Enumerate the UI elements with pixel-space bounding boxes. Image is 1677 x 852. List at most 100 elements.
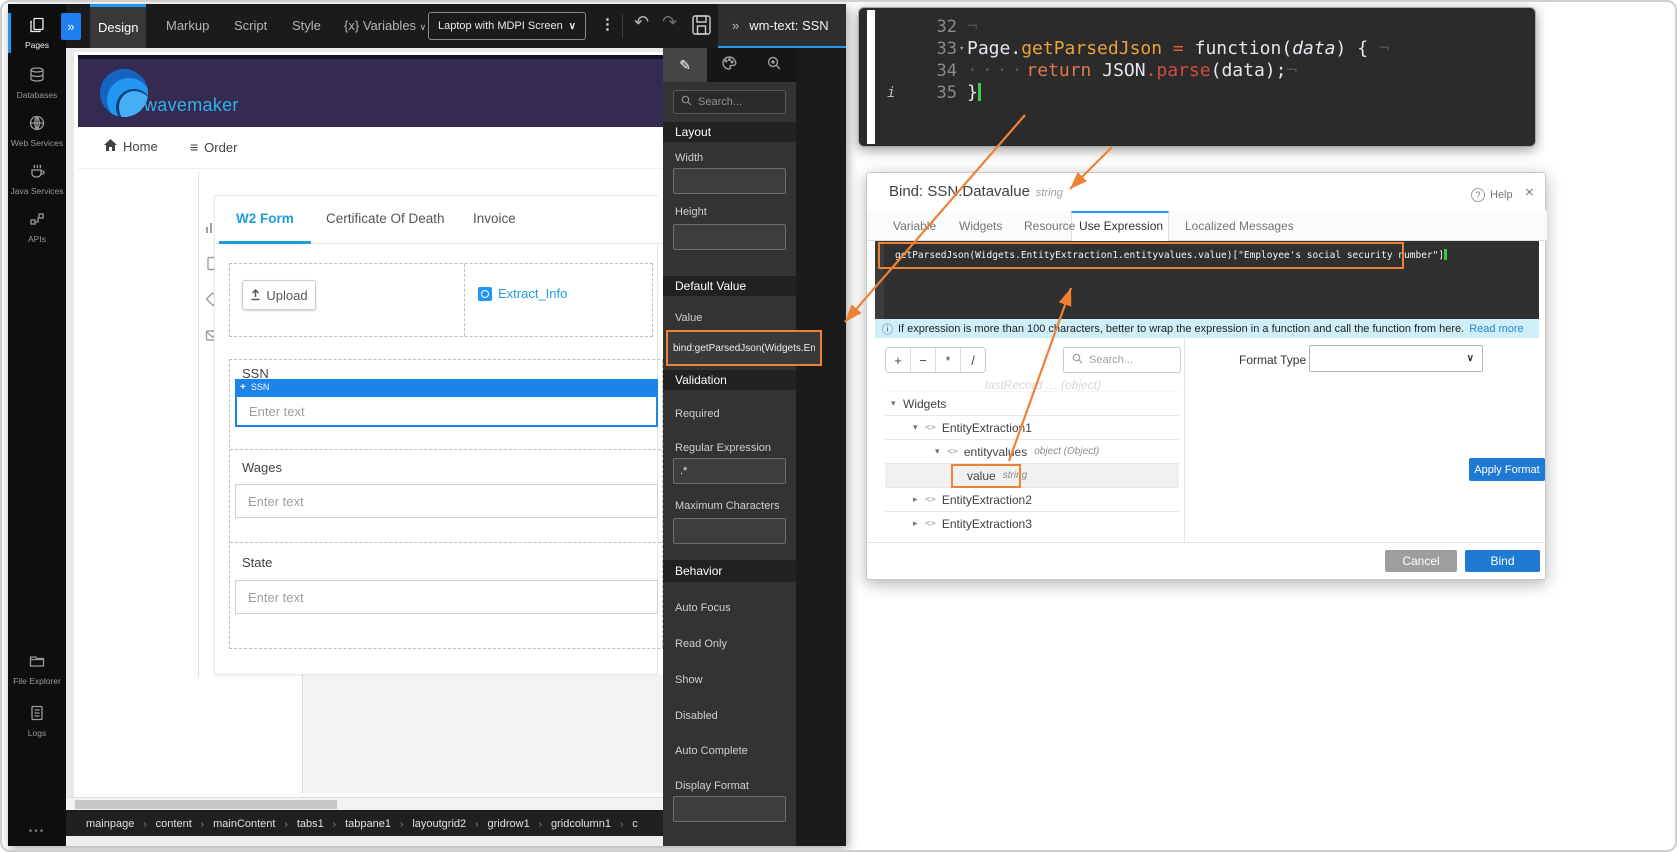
- wavemaker-logo: [100, 69, 148, 117]
- tab-resource[interactable]: Resource: [1024, 219, 1075, 233]
- ssn-input[interactable]: [235, 395, 658, 427]
- crumb-mainpage[interactable]: mainpage: [86, 818, 134, 830]
- horizontal-scroll-thumb[interactable]: [75, 800, 337, 809]
- tab-properties[interactable]: ✎: [663, 48, 707, 82]
- tab-localized-messages[interactable]: Localized Messages: [1185, 219, 1294, 233]
- tree-open-icon[interactable]: ▾: [913, 422, 925, 433]
- sidebar-item-web-services[interactable]: Web Services: [8, 114, 66, 148]
- max-characters-input[interactable]: [673, 518, 786, 544]
- format-type-select[interactable]: ∨: [1309, 345, 1483, 372]
- crumb-layoutgrid2[interactable]: layoutgrid2: [412, 818, 466, 830]
- wages-input[interactable]: [235, 484, 658, 518]
- selected-widget-handle[interactable]: + SSN: [235, 379, 658, 395]
- tab-w2-form[interactable]: W2 Form: [236, 211, 294, 226]
- tree-row-entityextraction3[interactable]: ▸<>EntityExtraction3: [885, 512, 1179, 531]
- redo-icon[interactable]: ↷: [662, 12, 677, 33]
- save-icon[interactable]: [691, 14, 712, 41]
- state-input[interactable]: [235, 580, 658, 614]
- extract-info-link[interactable]: Extract_Info: [478, 286, 567, 301]
- close-icon[interactable]: ×: [1525, 184, 1534, 201]
- sidebar-collapse-button[interactable]: »: [61, 13, 81, 40]
- tab-invoice[interactable]: Invoice: [473, 211, 516, 226]
- sidebar-more-icon[interactable]: •••: [8, 826, 66, 837]
- tab-styles[interactable]: [707, 48, 751, 82]
- tree-row-entityvalues[interactable]: ▾<>entityvaluesobject (Object): [885, 440, 1179, 464]
- toolbar-divider: [622, 14, 623, 38]
- line-number: 32: [879, 16, 957, 38]
- crumb-tabs1[interactable]: tabs1: [297, 818, 324, 830]
- tab-markup[interactable]: Markup: [158, 4, 217, 48]
- height-input[interactable]: [673, 224, 786, 250]
- tree-row-entityextraction1[interactable]: ▾<>EntityExtraction1: [885, 416, 1179, 440]
- code-line-34[interactable]: ····return JSON.parse(data);¬: [967, 60, 1297, 82]
- minus-operator-button[interactable]: −: [911, 348, 936, 372]
- nav-home[interactable]: Home: [104, 139, 158, 154]
- tab-widgets[interactable]: Widgets: [959, 219, 1002, 233]
- sidebar-item-apis[interactable]: APIs: [8, 210, 66, 244]
- properties-search[interactable]: [673, 90, 786, 114]
- tab-script[interactable]: Script: [226, 4, 275, 48]
- undo-icon[interactable]: ↶: [634, 12, 649, 33]
- crumb-gridcolumn1[interactable]: gridcolumn1: [551, 818, 611, 830]
- bind-button[interactable]: Bind: [1465, 550, 1540, 572]
- multiply-operator-button[interactable]: *: [936, 348, 961, 372]
- sidebar-item-logs[interactable]: Logs: [8, 704, 66, 738]
- regex-input[interactable]: [673, 458, 786, 484]
- crumb-gridrow1[interactable]: gridrow1: [488, 818, 530, 830]
- code-line-35[interactable]: }: [967, 82, 981, 104]
- fold-icon[interactable]: ▾: [959, 38, 964, 60]
- wavemaker-ide-window: Pages Databases Web Services Java Servic…: [8, 4, 846, 846]
- app-navbar: Home ≡ Order: [78, 127, 694, 169]
- plus-operator-button[interactable]: +: [886, 348, 911, 372]
- properties-search-input[interactable]: [698, 96, 778, 108]
- tree-row-value[interactable]: valuestring: [885, 464, 1179, 488]
- tree-search[interactable]: [1063, 347, 1181, 373]
- tree-row-widgets[interactable]: ▾Widgets: [885, 392, 1179, 416]
- tree-closed-icon[interactable]: ▸: [913, 518, 925, 529]
- tree-search-input[interactable]: [1089, 354, 1169, 366]
- pages-icon: [28, 16, 46, 39]
- divide-operator-button[interactable]: /: [961, 348, 985, 372]
- crumb-maincontent[interactable]: mainContent: [213, 818, 275, 830]
- page-preview: wavemaker Home ≡ Order: [74, 52, 701, 797]
- upload-button[interactable]: Upload: [242, 280, 316, 310]
- crumb-content[interactable]: content: [156, 818, 192, 830]
- device-selector[interactable]: Laptop with MDPI Screen ∨: [428, 12, 586, 40]
- tree-closed-icon[interactable]: ▸: [913, 494, 925, 505]
- tree-open-icon[interactable]: ▾: [891, 398, 903, 409]
- tab-design[interactable]: Design: [90, 4, 146, 48]
- code-line-33[interactable]: Page.getParsedJson = function(data) { ¬: [967, 38, 1390, 60]
- cancel-button[interactable]: Cancel: [1385, 550, 1457, 572]
- code-line-32[interactable]: ¬: [967, 16, 978, 38]
- read-more-link[interactable]: Read more: [1469, 323, 1523, 335]
- sidebar-item-databases[interactable]: Databases: [8, 66, 66, 100]
- sidebar-item-java-services[interactable]: Java Services: [8, 162, 66, 196]
- page-lower-region: [302, 675, 700, 793]
- width-input[interactable]: [673, 168, 786, 194]
- tab-advanced[interactable]: [752, 48, 796, 82]
- display-format-input[interactable]: [673, 796, 786, 822]
- tree-open-icon[interactable]: ▾: [935, 446, 947, 457]
- sidebar-item-pages[interactable]: Pages: [8, 16, 66, 50]
- kebab-menu-icon[interactable]: ⋮: [600, 15, 615, 33]
- nav-order[interactable]: ≡ Order: [190, 139, 237, 155]
- crumb-c[interactable]: c: [632, 818, 638, 830]
- canvas-horizontal-scrollbar[interactable]: ▶: [66, 797, 713, 810]
- properties-panel: ✎ Layout Width Height Default Value Valu…: [663, 48, 796, 846]
- tree-row-entityextraction2[interactable]: ▸<>EntityExtraction2: [885, 488, 1179, 512]
- apply-format-button[interactable]: Apply Format: [1469, 458, 1545, 481]
- help-link[interactable]: ? Help: [1471, 188, 1513, 202]
- crumb-tabpane1[interactable]: tabpane1: [345, 818, 391, 830]
- tab-style[interactable]: Style: [284, 4, 329, 48]
- tab-certificate-of-death[interactable]: Certificate Of Death: [326, 211, 445, 226]
- value-input[interactable]: [666, 330, 822, 366]
- tree-row-clipped[interactable]: lastRecord … (object): [885, 379, 1179, 392]
- expression-editor[interactable]: getParsedJson(Widgets.EntityExtraction1.…: [875, 241, 1539, 319]
- variables-menu[interactable]: {x} Variables ∨: [344, 4, 426, 48]
- breadcrumb-separator: ›: [143, 819, 146, 830]
- panel-collapse-icon[interactable]: »: [732, 18, 739, 33]
- tab-use-expression[interactable]: Use Expression: [1079, 219, 1163, 233]
- sidebar-item-file-explorer[interactable]: File Explorer: [8, 652, 66, 686]
- tab-variable[interactable]: Variable: [893, 219, 936, 233]
- form-card: W2 Form Certificate Of Death Invoice Upl…: [214, 195, 658, 675]
